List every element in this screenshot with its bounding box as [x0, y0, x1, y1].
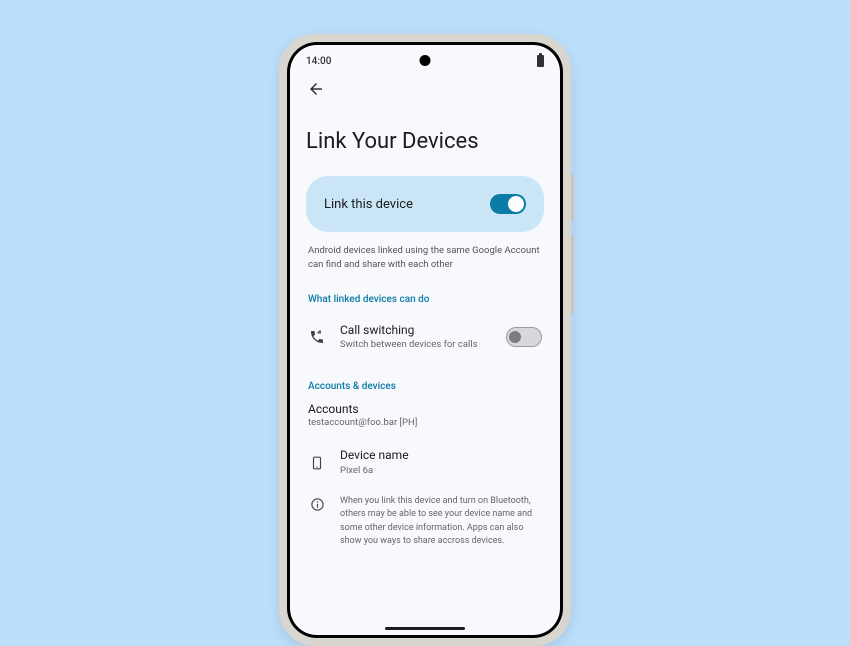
call-switching-text: Call switching Switch between devices fo… [340, 323, 492, 352]
device-name-text: Device name Pixel 6a [340, 448, 542, 477]
device-name-title: Device name [340, 448, 542, 464]
content-area: Link Your Devices Link this device Andro… [290, 129, 560, 548]
app-bar [290, 73, 560, 99]
call-switching-title: Call switching [340, 323, 492, 339]
link-device-label: Link this device [324, 197, 413, 212]
link-device-card[interactable]: Link this device [306, 176, 544, 232]
camera-notch [420, 55, 431, 66]
accounts-value: testaccount@foo.bar [PH] [308, 417, 542, 428]
back-button[interactable] [306, 79, 326, 99]
volume-button [571, 174, 574, 222]
info-text: When you link this device and turn on Bl… [340, 495, 542, 547]
phone-frame: 14:00 Link Your Devices Link this device… [279, 34, 571, 646]
section-linked-devices: What linked devices can do [308, 294, 542, 305]
link-description: Android devices linked using the same Go… [308, 244, 542, 272]
page-title: Link Your Devices [306, 129, 544, 154]
accounts-title: Accounts [308, 402, 542, 416]
status-time: 14:00 [306, 56, 331, 67]
phone-icon [308, 454, 326, 472]
device-name-row[interactable]: Device name Pixel 6a [306, 440, 544, 485]
device-name-value: Pixel 6a [340, 465, 542, 477]
link-device-toggle[interactable] [490, 194, 526, 214]
nav-home-indicator[interactable] [385, 627, 465, 630]
power-button [571, 234, 574, 314]
call-switching-subtitle: Switch between devices for calls [340, 339, 492, 351]
info-icon [308, 495, 326, 513]
arrow-left-icon [307, 80, 325, 98]
battery-icon [537, 55, 544, 67]
call-switching-toggle[interactable] [506, 327, 542, 347]
call-switching-icon [308, 328, 326, 346]
phone-bezel: 14:00 Link Your Devices Link this device… [287, 42, 563, 638]
call-switching-row[interactable]: Call switching Switch between devices fo… [306, 315, 544, 360]
accounts-row[interactable]: Accounts testaccount@foo.bar [PH] [306, 402, 544, 428]
info-row: When you link this device and turn on Bl… [306, 485, 544, 547]
screen: 14:00 Link Your Devices Link this device… [290, 45, 560, 635]
section-accounts-devices: Accounts & devices [308, 381, 542, 392]
